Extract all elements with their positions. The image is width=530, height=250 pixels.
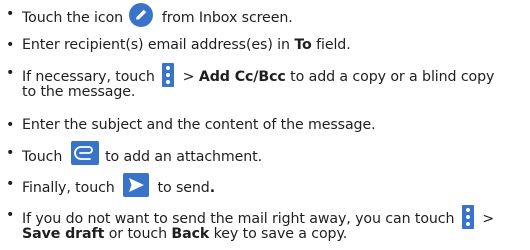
- step-line-continued: Save draft or touch Back key to save a c…: [22, 226, 347, 243]
- bullet: •: [6, 37, 15, 53]
- bullet: •: [6, 145, 15, 161]
- step-line: Touch the icon from Inbox screen.: [22, 3, 293, 30]
- step-text: to add a copy or a blind copy: [290, 69, 495, 85]
- send-arrow-icon: [123, 173, 150, 197]
- instruction-list: • Touch the icon from Inbox screen. • En…: [0, 0, 530, 250]
- back-key-label: Back: [171, 226, 210, 242]
- save-draft-label: Save draft: [22, 226, 105, 242]
- step-text: Touch the icon: [22, 10, 124, 26]
- add-cc-bcc-label: Add Cc/Bcc: [198, 69, 286, 85]
- step-text: Enter recipient(s) email address(es) in: [22, 37, 290, 53]
- step-text: Touch: [22, 149, 63, 165]
- step-text-continued: to the message.: [22, 84, 136, 100]
- bullet: •: [6, 65, 15, 81]
- paperclip-attach-icon: [70, 141, 99, 165]
- step-text: If necessary, touch: [22, 69, 155, 85]
- step-text: or touch: [108, 226, 167, 242]
- step-line: Touch to add an attachment.: [22, 141, 263, 169]
- step-text: If you do not want to send the mail righ…: [22, 211, 455, 227]
- list-item-save-draft: • If you do not want to send the mail ri…: [0, 205, 530, 247]
- bullet: •: [6, 176, 15, 192]
- step-text: from Inbox screen.: [161, 10, 293, 26]
- pencil-compose-icon: [129, 3, 154, 27]
- step-text: >: [182, 69, 195, 85]
- step-text: Enter the subject and the content of the…: [22, 117, 376, 133]
- step-line: Enter recipient(s) email address(es) in …: [22, 37, 351, 54]
- overflow-menu-icon: [162, 63, 175, 87]
- step-line: Finally, touch to send.: [22, 173, 215, 200]
- bullet: •: [6, 117, 15, 133]
- bullet: •: [6, 207, 15, 223]
- overflow-menu-icon: [461, 205, 474, 229]
- step-text: to send: [157, 180, 210, 196]
- step-text: key to save a copy.: [213, 226, 348, 242]
- list-item-add-cc-bcc: • If necessary, touch > Add Cc/Bcc to ad…: [0, 63, 530, 105]
- step-text: >: [482, 211, 495, 227]
- bullet: •: [6, 6, 15, 22]
- step-text: to add an attachment.: [105, 149, 263, 165]
- step-text: field.: [316, 37, 351, 53]
- step-text: Finally, touch: [22, 180, 115, 196]
- to-field-label: To: [294, 37, 312, 53]
- step-text-period: .: [209, 180, 215, 196]
